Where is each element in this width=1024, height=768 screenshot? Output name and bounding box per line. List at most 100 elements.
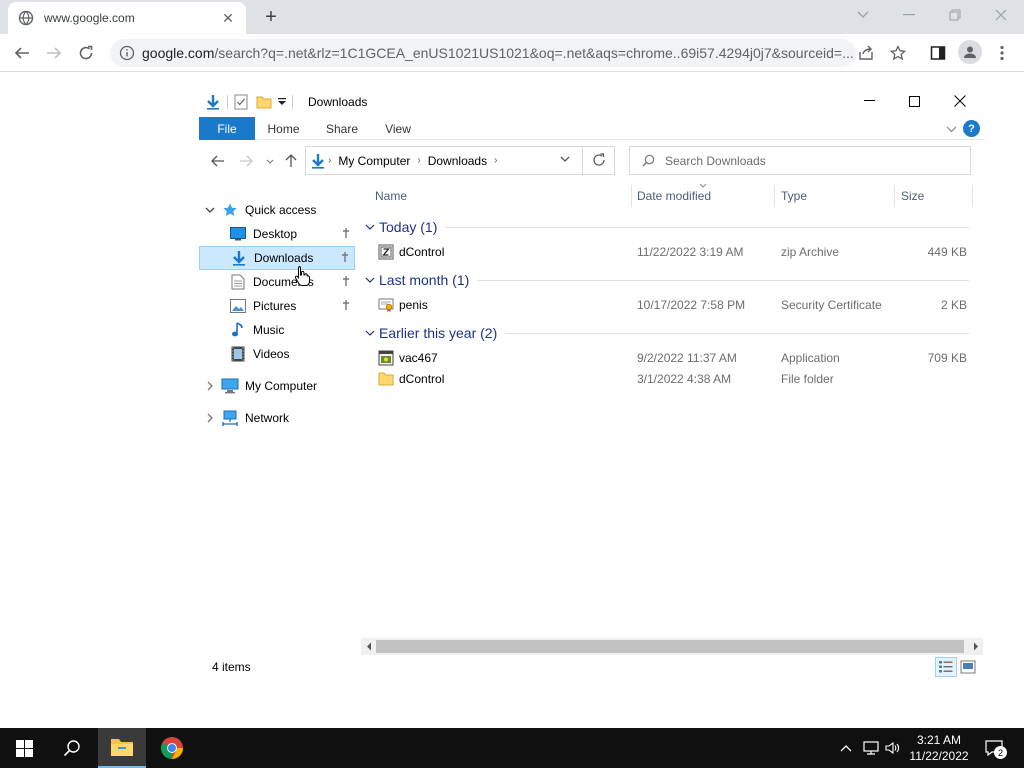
details-view-icon[interactable] <box>935 657 957 677</box>
collapse-chevron-icon[interactable] <box>204 204 216 216</box>
clock-time: 3:21 AM <box>916 733 962 747</box>
minimize-icon[interactable] <box>846 88 892 114</box>
system-clock[interactable]: 3:21 AM 11/22/2022 <box>900 732 978 764</box>
collapse-group-icon[interactable] <box>361 224 379 230</box>
horizontal-scrollbar[interactable] <box>361 638 983 655</box>
nav-label: Music <box>253 323 285 337</box>
explorer-address-bar[interactable]: › My Computer › Downloads › <box>305 146 615 175</box>
close-tab-icon[interactable]: ✕ <box>220 10 236 26</box>
column-divider[interactable] <box>972 185 973 207</box>
file-name: dControl <box>399 245 445 259</box>
column-header-type[interactable]: Type <box>781 182 893 210</box>
nav-network[interactable]: Network <box>221 406 355 430</box>
breadcrumb-my-computer[interactable]: My Computer <box>338 154 410 168</box>
tab-home[interactable]: Home <box>261 117 306 140</box>
address-history-dropdown-icon[interactable] <box>560 156 570 162</box>
breadcrumb-separator-icon[interactable]: › <box>417 155 420 166</box>
side-panel-icon[interactable] <box>928 43 948 63</box>
search-icon[interactable] <box>48 728 96 768</box>
windows-start-icon[interactable] <box>0 728 48 768</box>
properties-icon[interactable] <box>234 94 248 110</box>
pin-icon[interactable] <box>341 299 351 313</box>
tab-search-icon[interactable] <box>848 4 878 26</box>
column-header-name[interactable]: Name <box>375 182 631 210</box>
group-divider <box>505 332 969 334</box>
minimize-icon[interactable] <box>894 4 924 26</box>
close-window-icon[interactable] <box>986 4 1016 26</box>
profile-avatar-icon[interactable] <box>958 40 982 64</box>
group-header-today[interactable]: Today (1) <box>361 216 973 238</box>
column-divider[interactable] <box>631 185 632 207</box>
show-hidden-icons-icon[interactable] <box>836 728 856 768</box>
back-arrow-icon[interactable] <box>209 152 227 170</box>
nav-documents[interactable]: Documents <box>229 270 355 294</box>
file-row[interactable]: dControl 11/22/2022 3:19 AM zip Archive … <box>361 242 973 262</box>
folder-icon <box>377 371 395 387</box>
new-folder-icon[interactable] <box>256 94 272 110</box>
file-list: Name Date modified Type Size Today (1) d… <box>361 182 985 642</box>
expand-chevron-icon[interactable] <box>204 412 216 424</box>
file-explorer-taskbar-icon[interactable] <box>98 728 146 768</box>
nav-label: Network <box>245 411 290 425</box>
breadcrumb-separator-icon[interactable]: › <box>494 155 497 166</box>
column-header-size[interactable]: Size <box>901 182 971 210</box>
back-arrow-icon[interactable] <box>10 41 34 65</box>
group-label: Today (1) <box>379 219 438 235</box>
scroll-right-icon[interactable] <box>968 638 983 655</box>
search-input[interactable]: Search Downloads <box>629 146 971 175</box>
chrome-taskbar-icon[interactable] <box>148 728 196 768</box>
nav-downloads[interactable]: Downloads <box>199 246 355 270</box>
nav-quick-access[interactable]: Quick access <box>221 198 355 222</box>
maximize-icon[interactable] <box>891 88 937 114</box>
collapse-group-icon[interactable] <box>361 277 379 283</box>
large-icons-view-icon[interactable] <box>957 657 979 677</box>
file-row[interactable]: dControl 3/1/2022 4:38 AM File folder <box>361 369 973 389</box>
nav-music[interactable]: Music <box>229 318 355 342</box>
close-icon[interactable] <box>937 88 983 114</box>
pin-icon[interactable] <box>340 251 350 265</box>
network-tray-icon[interactable] <box>860 728 882 768</box>
address-bar[interactable]: google.com/search?q=.net&rlz=1C1GCEA_enU… <box>110 39 856 67</box>
collapse-group-icon[interactable] <box>361 330 379 336</box>
menu-kebab-icon[interactable] <box>992 43 1012 63</box>
nav-videos[interactable]: Videos <box>229 342 355 366</box>
column-divider[interactable] <box>774 185 775 207</box>
customize-qat-icon[interactable] <box>278 98 286 106</box>
refresh-icon[interactable] <box>592 153 606 167</box>
forward-arrow-icon[interactable] <box>237 152 255 170</box>
file-row[interactable]: penis 10/17/2022 7:58 PM Security Certif… <box>361 295 973 315</box>
nav-desktop[interactable]: Desktop <box>229 222 355 246</box>
help-icon[interactable]: ? <box>963 120 980 137</box>
recent-locations-icon[interactable] <box>261 152 279 170</box>
restore-icon[interactable] <box>940 4 970 26</box>
taskbar: 3:21 AM 11/22/2022 2 <box>0 728 1024 768</box>
reload-icon[interactable] <box>74 41 98 65</box>
up-arrow-icon[interactable] <box>282 152 300 170</box>
tab-file[interactable]: File <box>199 117 255 140</box>
scrollbar-thumb[interactable] <box>376 640 964 653</box>
browser-tab[interactable]: www.google.com ✕ <box>8 2 246 34</box>
pin-icon[interactable] <box>341 227 351 241</box>
file-type: Security Certificate <box>781 298 882 312</box>
group-divider <box>477 279 969 281</box>
scroll-left-icon[interactable] <box>361 638 376 655</box>
bookmark-star-icon[interactable] <box>888 43 908 63</box>
forward-arrow-icon[interactable] <box>42 41 66 65</box>
site-info-icon[interactable] <box>118 44 136 62</box>
expand-ribbon-icon[interactable] <box>945 123 957 135</box>
share-icon[interactable] <box>856 43 876 63</box>
group-header-last-month[interactable]: Last month (1) <box>361 269 973 291</box>
notification-center-icon[interactable]: 2 <box>980 728 1008 768</box>
nav-pictures[interactable]: Pictures <box>229 294 355 318</box>
new-tab-button[interactable]: + <box>260 6 282 28</box>
tab-view[interactable]: View <box>377 117 419 140</box>
nav-my-computer[interactable]: My Computer <box>221 374 355 398</box>
group-header-earlier-this-year[interactable]: Earlier this year (2) <box>361 322 973 344</box>
tab-share[interactable]: Share <box>319 117 365 140</box>
breadcrumb-downloads[interactable]: Downloads <box>428 154 487 168</box>
expand-chevron-icon[interactable] <box>204 380 216 392</box>
column-divider[interactable] <box>894 185 895 207</box>
breadcrumb-separator-icon[interactable]: › <box>328 155 331 166</box>
file-row[interactable]: vac467 9/2/2022 11:37 AM Application 709… <box>361 348 973 368</box>
pin-icon[interactable] <box>341 275 351 289</box>
